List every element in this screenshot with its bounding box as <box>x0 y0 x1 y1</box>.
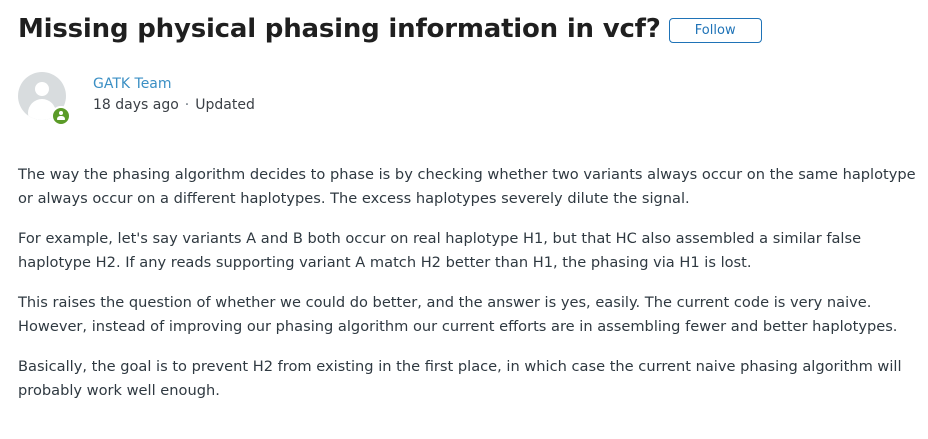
author-info: GATK Team 18 days ago · Updated <box>18 72 255 126</box>
page-title: Missing physical phasing information in … <box>18 14 661 44</box>
post-time: 18 days ago <box>93 97 179 113</box>
post-status: Updated <box>195 97 255 113</box>
author-meta: GATK Team 18 days ago · Updated <box>93 76 255 113</box>
author-name-link[interactable]: GATK Team <box>93 76 255 92</box>
body-paragraph: This raises the question of whether we c… <box>18 294 898 335</box>
follow-button[interactable]: Follow <box>668 17 762 43</box>
body-paragraph: For example, let's say variants A and B … <box>18 230 862 271</box>
body-paragraph: Basically, the goal is to prevent H2 fro… <box>18 358 902 399</box>
meta-separator: · <box>184 97 190 113</box>
article-header: Missing physical phasing information in … <box>18 14 762 44</box>
team-member-badge-icon <box>51 106 71 126</box>
body-paragraph: The way the phasing algorithm decides to… <box>18 166 916 207</box>
avatar[interactable] <box>18 72 71 126</box>
post-meta: 18 days ago · Updated <box>93 97 255 113</box>
article-body: The way the phasing algorithm decides to… <box>18 163 918 419</box>
